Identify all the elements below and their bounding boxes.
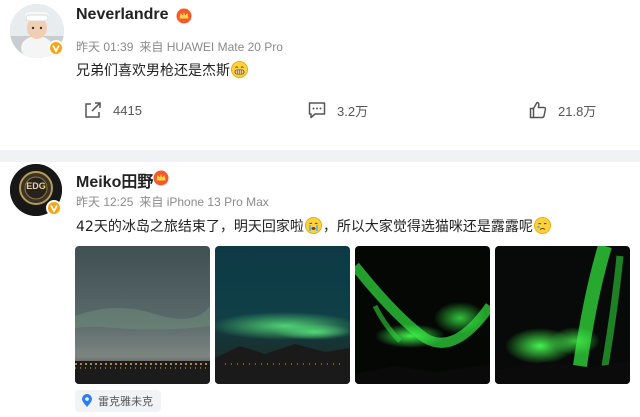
- username[interactable]: Neverlandre: [76, 6, 169, 24]
- post-time: 昨天 12:25: [76, 195, 134, 209]
- teary-emoji-icon: [533, 217, 551, 234]
- share-button[interactable]: 4415: [83, 98, 142, 122]
- post-time: 昨天 01:39: [76, 40, 134, 54]
- comment-icon: [308, 102, 326, 119]
- avatar-team-logo: EDG: [26, 181, 46, 191]
- feed-post-neverlandre: Neverlandre 昨天 01:39 来自 HUAWEI Mate 20 Pr…: [0, 0, 640, 150]
- aurora-photo-4[interactable]: [495, 246, 630, 384]
- comment-count: 3.2万: [337, 103, 369, 119]
- photo-grid: [75, 246, 630, 384]
- location-pin-icon: [82, 394, 92, 407]
- thumbs-up-icon: [529, 101, 547, 119]
- post-text-part2: ，所以大家觉得选猫咪还是露露呢: [322, 219, 533, 235]
- share-icon: [85, 102, 101, 118]
- post-source[interactable]: 来自 HUAWEI Mate 20 Pro: [139, 40, 283, 54]
- post-meta: 昨天 01:39 来自 HUAWEI Mate 20 Pro: [76, 38, 289, 55]
- post-meta: 昨天 12:25 来自 iPhone 13 Pro Max: [76, 193, 275, 210]
- grin-emoji-icon: [231, 61, 248, 78]
- feed-post-meiko: EDG Meiko田野 昨天 12:25 来自 iPhone 13 Pro Max…: [0, 162, 640, 417]
- crown-icon: [176, 8, 192, 24]
- aurora-photo-2[interactable]: [215, 246, 350, 384]
- aurora-photo-1[interactable]: [75, 246, 210, 384]
- comment-button[interactable]: 3.2万: [307, 98, 368, 122]
- verified-badge-icon: [46, 200, 62, 216]
- cry-emoji-icon: [304, 217, 322, 234]
- post-text: 42天的冰岛之旅结束了，明天回家啦 ，所以大家觉得选猫咪还是露露呢: [76, 216, 552, 236]
- post-text-body: 兄弟们喜欢男枪还是杰斯: [76, 63, 230, 79]
- location-label: 雷克雅未克: [98, 395, 153, 408]
- post-text-part1: 42天的冰岛之旅结束了，明天回家啦: [76, 219, 304, 235]
- crown-icon: [153, 170, 169, 186]
- post-source[interactable]: 来自 iPhone 13 Pro Max: [139, 195, 268, 209]
- like-count: 21.8万: [558, 103, 597, 119]
- share-count: 4415: [113, 102, 142, 118]
- username[interactable]: Meiko田野: [76, 168, 153, 192]
- location-tag[interactable]: 雷克雅未克: [75, 390, 161, 412]
- post-text: 兄弟们喜欢男枪还是杰斯: [76, 60, 249, 80]
- post-divider: [0, 150, 640, 162]
- aurora-photo-3[interactable]: [355, 246, 490, 384]
- like-button[interactable]: 21.8万: [528, 98, 596, 122]
- verified-badge-icon: [48, 40, 64, 56]
